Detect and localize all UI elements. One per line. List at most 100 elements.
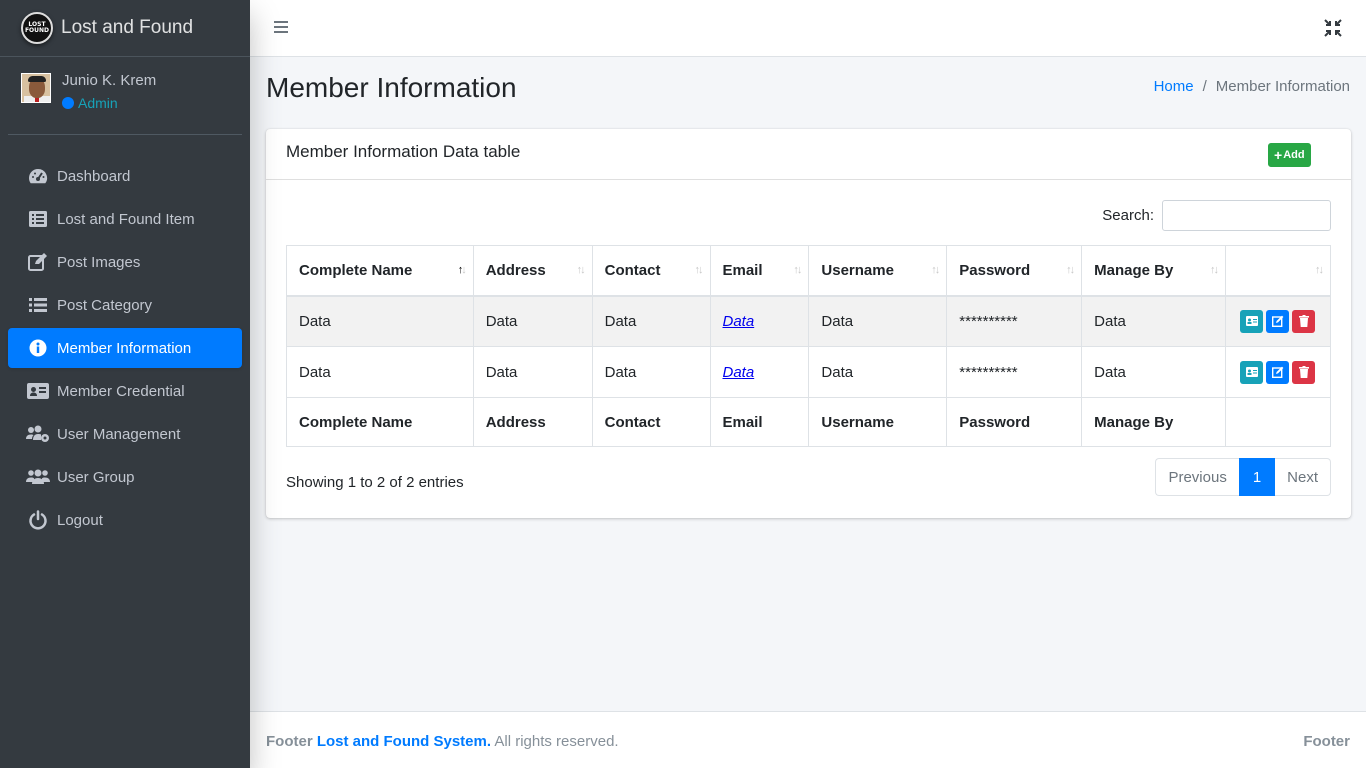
- avatar[interactable]: [21, 73, 51, 103]
- sort-icon: ↑↓: [793, 264, 802, 276]
- sidebar-item-logout[interactable]: Logout: [8, 500, 242, 540]
- sidebar-item-member-credential[interactable]: Member Credential: [8, 371, 242, 411]
- footer: Footer Lost and Found System. All rights…: [250, 711, 1366, 768]
- view-button[interactable]: [1240, 309, 1264, 333]
- column-header-password[interactable]: Password ↑↓: [946, 245, 1083, 297]
- edit-button[interactable]: [1266, 309, 1290, 333]
- sidebar: LOST FOUND Lost and Found Junio K. Krem A…: [0, 0, 250, 768]
- cell-username: Data: [808, 295, 948, 347]
- cell-address: Data: [472, 295, 593, 347]
- column-header-email[interactable]: Email ↑↓: [709, 245, 810, 297]
- id-card-icon: [1245, 367, 1258, 377]
- sort-icon: ↑↓: [1066, 264, 1075, 276]
- cell-email: Data: [709, 346, 810, 398]
- sidebar-item-dashboard[interactable]: Dashboard: [8, 156, 242, 196]
- trash-icon: [1298, 366, 1309, 378]
- search-label: Search:: [1102, 207, 1154, 224]
- sort-icon: ↑↓: [694, 264, 704, 276]
- brand-link[interactable]: LOST FOUND Lost and Found: [0, 0, 250, 57]
- view-button[interactable]: [1240, 360, 1264, 384]
- footer-column-contact: Contact: [591, 397, 711, 447]
- pagination: Previous 1 Next: [1155, 458, 1331, 496]
- footer-column-manage-by: Manage By: [1081, 397, 1226, 447]
- breadcrumb-current: Member Information: [1215, 78, 1350, 95]
- delete-button[interactable]: [1292, 309, 1316, 333]
- column-header-actions[interactable]: ↑↓: [1224, 245, 1332, 297]
- status-dot-icon: [62, 97, 74, 109]
- edit-icon: [26, 253, 50, 271]
- cell-manage-by: Data: [1081, 346, 1226, 398]
- id-card-icon: [1245, 316, 1258, 327]
- trash-icon: [1298, 315, 1309, 328]
- edit-icon: [1271, 366, 1284, 378]
- breadcrumb-home-link[interactable]: Home: [1154, 78, 1194, 95]
- sort-icon: ↑↓: [1209, 264, 1219, 276]
- add-button[interactable]: + Add: [1268, 143, 1311, 167]
- cell-password: **********: [946, 346, 1083, 398]
- column-header-address[interactable]: Address ↑↓: [472, 245, 593, 297]
- cell-address: Data: [472, 346, 593, 398]
- page-1-button[interactable]: 1: [1238, 458, 1276, 496]
- power-icon: [26, 510, 50, 530]
- plus-icon: +: [1274, 147, 1283, 163]
- footer-column-username: Username: [808, 397, 948, 447]
- column-header-username[interactable]: Username ↑↓: [808, 245, 948, 297]
- cell-password: **********: [946, 295, 1083, 347]
- sort-icon: ↑↓: [576, 264, 586, 276]
- list-ul-icon: [26, 297, 50, 313]
- dashboard-icon: [26, 167, 50, 185]
- footer-right-text: Footer: [1303, 733, 1350, 750]
- cell-manage-by: Data: [1081, 295, 1226, 347]
- search-input[interactable]: [1162, 200, 1331, 231]
- next-page-button[interactable]: Next: [1275, 458, 1331, 496]
- brand-logo: LOST FOUND: [21, 12, 53, 44]
- table-row: Data Data Data Data Data ********** Data: [286, 295, 1332, 347]
- cell-actions: [1224, 346, 1332, 398]
- cell-complete-name: Data: [286, 295, 474, 347]
- list-icon: [26, 211, 50, 227]
- sidebar-item-user-group[interactable]: User Group: [8, 457, 242, 497]
- sort-icon: ↑↓: [931, 264, 940, 276]
- user-panel: Junio K. Krem Admin: [8, 57, 242, 135]
- data-table-card: Member Information Data table + Add Sear…: [266, 129, 1351, 518]
- footer-copyright: Footer Lost and Found System. All rights…: [266, 733, 619, 750]
- email-link[interactable]: Data: [723, 364, 755, 381]
- member-table: Complete Name ↑↓ Address ↑↓ Contact ↑↓ Emai…: [286, 245, 1332, 447]
- cell-actions: [1224, 295, 1332, 347]
- footer-column-address: Address: [472, 397, 593, 447]
- sidebar-item-user-management[interactable]: User Management: [8, 414, 242, 454]
- user-name[interactable]: Junio K. Krem: [62, 71, 156, 91]
- sidebar-nav: Dashboard Lost and Found Item Post Image…: [0, 135, 250, 540]
- footer-system-link[interactable]: Lost and Found System.: [317, 733, 491, 750]
- delete-button[interactable]: [1292, 360, 1316, 384]
- footer-column-actions: [1224, 397, 1332, 447]
- compress-icon[interactable]: [1324, 19, 1342, 41]
- hamburger-menu-icon[interactable]: [274, 20, 288, 38]
- breadcrumb-separator: /: [1202, 78, 1207, 95]
- footer-column-email: Email: [709, 397, 810, 447]
- email-link[interactable]: Data: [723, 313, 755, 330]
- id-card-icon: [26, 383, 50, 399]
- sidebar-item-post-images[interactable]: Post Images: [8, 242, 242, 282]
- column-header-complete-name[interactable]: Complete Name ↑↓: [286, 245, 474, 297]
- user-role: Admin: [62, 95, 156, 111]
- column-header-manage-by[interactable]: Manage By ↑↓: [1081, 245, 1226, 297]
- edit-button[interactable]: [1266, 360, 1290, 384]
- cell-complete-name: Data: [286, 346, 474, 398]
- search-row: Search:: [1102, 200, 1331, 231]
- content-header: Member Information Home / Member Informa…: [266, 72, 1350, 112]
- column-header-contact[interactable]: Contact ↑↓: [591, 245, 711, 297]
- top-navbar: [250, 0, 1366, 57]
- previous-page-button[interactable]: Previous: [1155, 458, 1239, 496]
- cell-username: Data: [808, 346, 948, 398]
- card-header: Member Information Data table + Add: [266, 129, 1351, 180]
- sort-icon: ↑↓: [1315, 264, 1324, 276]
- sidebar-item-lost-and-found-item[interactable]: Lost and Found Item: [8, 199, 242, 239]
- info-icon: [26, 339, 50, 357]
- sidebar-item-post-category[interactable]: Post Category: [8, 285, 242, 325]
- footer-column-password: Password: [946, 397, 1083, 447]
- sidebar-item-member-information[interactable]: Member Information: [8, 328, 242, 368]
- edit-icon: [1271, 315, 1284, 328]
- users-icon: [26, 468, 50, 486]
- card-title: Member Information Data table: [286, 142, 521, 161]
